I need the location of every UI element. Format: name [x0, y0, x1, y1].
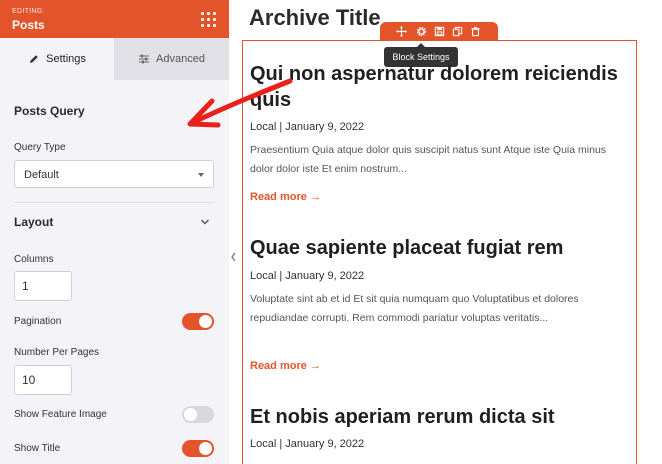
- toggle-knob: [199, 442, 212, 455]
- query-type-value: Default: [24, 169, 59, 181]
- chevron-down-icon[interactable]: [200, 217, 210, 227]
- query-type-select[interactable]: Default: [14, 160, 214, 188]
- read-more-link[interactable]: Read more →: [250, 191, 321, 203]
- gear-icon[interactable]: [416, 26, 427, 37]
- layout-heading[interactable]: Layout: [14, 215, 53, 229]
- caret-down-icon: [198, 173, 204, 177]
- columns-label: Columns: [14, 254, 54, 265]
- post-meta: Local | January 9, 2022: [250, 270, 365, 282]
- collapse-sidebar-icon[interactable]: [229, 248, 238, 266]
- post-excerpt: Voluptate sint ab et id Et sit quia numq…: [250, 293, 579, 324]
- sliders-icon: [139, 54, 150, 64]
- show-feature-image-toggle[interactable]: [182, 406, 214, 423]
- show-title-toggle[interactable]: [182, 440, 214, 457]
- duplicate-icon[interactable]: [452, 26, 463, 37]
- pagination-label: Pagination: [14, 316, 62, 327]
- pencil-icon: [30, 55, 38, 63]
- post-excerpt: Praesentium Quia atque dolor quis suscip…: [250, 144, 607, 175]
- post-title[interactable]: Et nobis aperiam rerum dicta sit: [250, 404, 620, 430]
- move-icon[interactable]: [396, 26, 407, 37]
- toggle-knob: [184, 408, 197, 421]
- read-more-link[interactable]: Read more →: [250, 360, 321, 372]
- tab-advanced[interactable]: Advanced: [114, 38, 229, 80]
- grid-menu-icon[interactable]: [201, 12, 216, 27]
- post-meta: Local | January 9, 2022: [250, 438, 365, 450]
- show-title-label: Show Title: [14, 443, 61, 454]
- archive-title: Archive Title: [249, 5, 381, 30]
- columns-input[interactable]: 1: [14, 271, 72, 301]
- sidebar-header: EDITING: Posts: [0, 0, 229, 38]
- post-title[interactable]: Qui non aspernatur dolorem reiciendis qu…: [250, 61, 620, 113]
- post-title[interactable]: Quae sapiente placeat fugiat rem: [250, 235, 620, 261]
- pagination-toggle[interactable]: [182, 313, 214, 330]
- number-per-pages-label: Number Per Pages: [14, 347, 100, 358]
- toggle-knob: [199, 315, 212, 328]
- block-toolbar: [380, 22, 498, 41]
- posts-query-heading: Posts Query: [14, 104, 85, 118]
- trash-icon[interactable]: [470, 26, 481, 37]
- save-icon[interactable]: [434, 26, 445, 37]
- tab-settings-label: Settings: [46, 53, 86, 65]
- query-type-label: Query Type: [14, 142, 66, 153]
- annotation-arrow-icon: [187, 78, 293, 128]
- section-divider: [14, 202, 214, 203]
- number-per-pages-input[interactable]: 10: [14, 365, 72, 395]
- show-feature-image-label: Show Feature Image: [14, 409, 107, 420]
- settings-sidebar: EDITING: Posts Settings Advanced Posts Q…: [0, 0, 229, 464]
- editing-label: EDITING:: [12, 8, 45, 15]
- sidebar-tabs: Settings Advanced: [0, 38, 229, 80]
- tab-advanced-label: Advanced: [156, 53, 205, 65]
- sidebar-title: Posts: [12, 18, 45, 32]
- tab-settings[interactable]: Settings: [0, 38, 114, 80]
